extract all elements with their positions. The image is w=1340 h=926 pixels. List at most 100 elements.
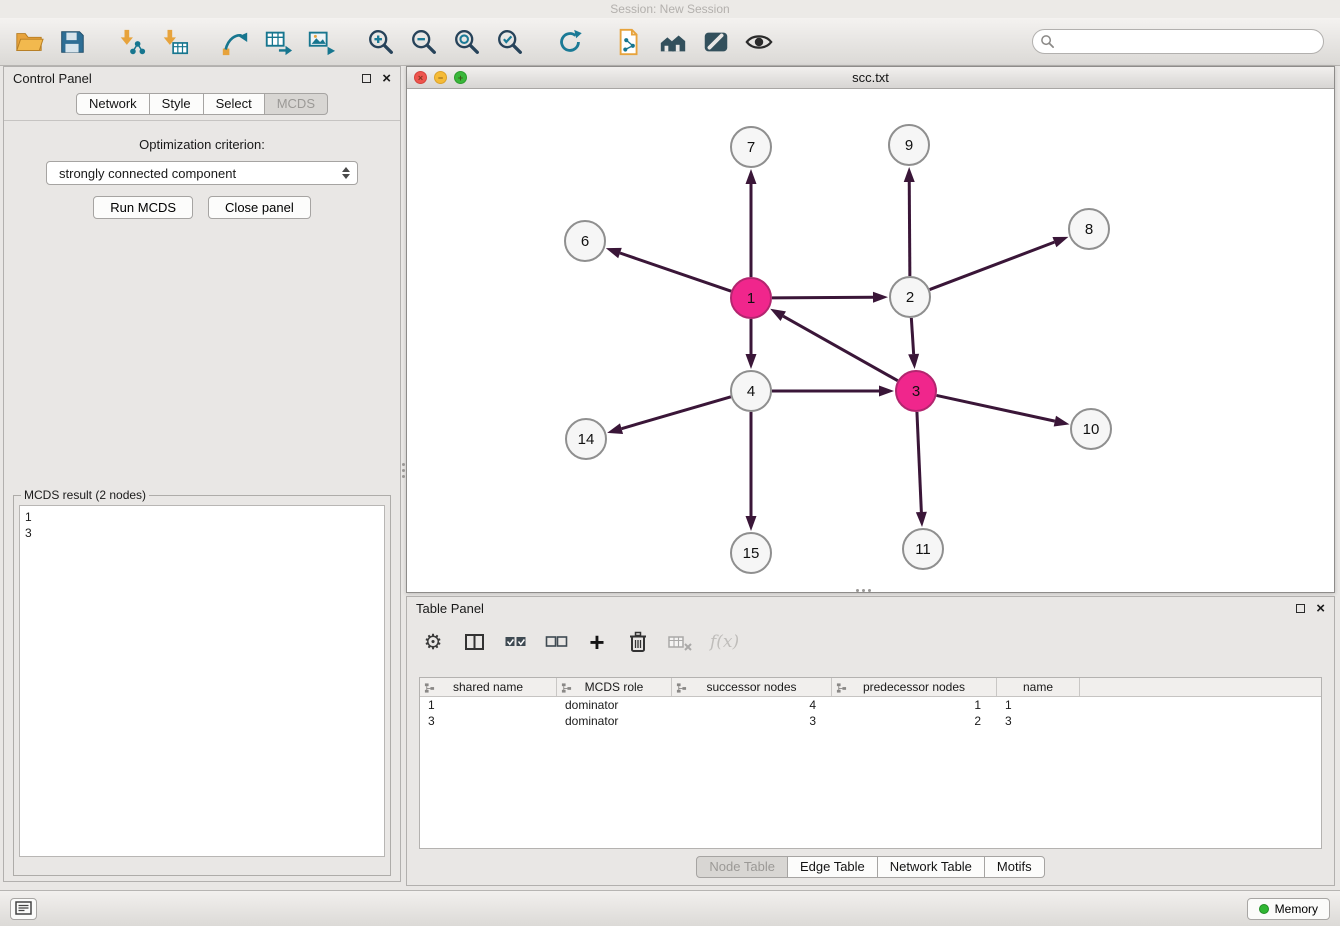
network-view-window: × − + scc.txt 7968124314101511 — [406, 66, 1335, 593]
tab-style[interactable]: Style — [149, 93, 204, 115]
function-builder-button[interactable]: f(x) — [710, 627, 739, 657]
export-image-button[interactable] — [302, 22, 340, 62]
graph-node-label: 7 — [747, 139, 755, 156]
run-mcds-button[interactable]: Run MCDS — [93, 196, 193, 219]
graph-node-label: 14 — [578, 431, 595, 448]
minimize-window-icon[interactable]: − — [434, 71, 447, 84]
graph-edge-2-3[interactable] — [911, 318, 913, 354]
column-type-icon — [676, 682, 687, 694]
import-table-button[interactable] — [156, 22, 194, 62]
tab-network-table[interactable]: Network Table — [877, 856, 985, 878]
tab-mcds[interactable]: MCDS — [264, 93, 328, 115]
mcds-result-list[interactable]: 1 3 — [19, 505, 385, 857]
graph-edge-2-8[interactable] — [930, 242, 1055, 289]
memory-label: Memory — [1275, 902, 1318, 916]
select-all-columns-button[interactable] — [503, 627, 527, 657]
network-from-db-button[interactable] — [216, 22, 254, 62]
memory-status-dot — [1259, 904, 1269, 914]
table-toolbar: ⚙ + — [421, 625, 1334, 659]
edge-arrowhead-icon — [746, 354, 757, 369]
open-folder-icon — [14, 27, 44, 57]
column-type-icon — [561, 682, 572, 694]
graph-node-label: 8 — [1085, 221, 1093, 238]
column-type-icon — [424, 682, 435, 694]
table-row[interactable]: 3 dominator 3 2 3 — [420, 713, 1321, 729]
delete-columns-button[interactable] — [626, 627, 650, 657]
criterion-selected-value: strongly connected component — [59, 166, 236, 181]
search-input[interactable] — [1032, 29, 1324, 54]
graph-edge-2-9[interactable] — [909, 182, 910, 276]
graph-node-label: 11 — [915, 541, 931, 558]
cell-mcds-role: dominator — [557, 713, 672, 729]
column-header-successor-nodes[interactable]: successor nodes — [672, 678, 832, 696]
edge-arrowhead-icon — [1052, 237, 1068, 247]
close-control-panel-button[interactable]: × — [382, 71, 391, 86]
open-session-button[interactable] — [10, 22, 48, 62]
fx-icon: f(x) — [710, 632, 739, 652]
edge-arrowhead-icon — [879, 386, 894, 397]
save-session-button[interactable] — [53, 22, 91, 62]
memory-button[interactable]: Memory — [1247, 898, 1330, 920]
graph-edge-4-14[interactable] — [622, 397, 731, 429]
close-table-panel-button[interactable]: × — [1316, 601, 1325, 616]
export-table-button[interactable] — [259, 22, 297, 62]
mcds-buttons-row: Run MCDS Close panel — [4, 196, 400, 219]
import-table-icon — [160, 27, 190, 57]
graph-edge-3-10[interactable] — [937, 395, 1055, 421]
graph-edge-1-2[interactable] — [772, 297, 873, 298]
create-column-button[interactable]: + — [585, 627, 609, 657]
graph-edge-3-1[interactable] — [783, 316, 897, 381]
table-row[interactable]: 1 dominator 4 1 1 — [420, 697, 1321, 713]
column-header-mcds-role[interactable]: MCDS role — [557, 678, 672, 696]
tab-select[interactable]: Select — [203, 93, 265, 115]
deselect-all-columns-button[interactable] — [544, 627, 568, 657]
column-header-shared-name[interactable]: shared name — [420, 678, 557, 696]
column-header-predecessor-nodes[interactable]: predecessor nodes — [832, 678, 997, 696]
main-toolbar — [0, 18, 1340, 66]
maximize-window-icon[interactable]: + — [454, 71, 467, 84]
edge-arrowhead-icon — [746, 169, 757, 184]
magnifier-fit-icon — [452, 27, 482, 57]
vertical-splitter-handle[interactable] — [402, 463, 405, 466]
graph-edge-3-11[interactable] — [917, 412, 921, 512]
edge-arrowhead-icon — [746, 516, 757, 531]
image-export-icon — [306, 27, 336, 57]
zoom-selected-button[interactable] — [491, 22, 529, 62]
import-network-button[interactable] — [113, 22, 151, 62]
cell-filler — [1080, 697, 1321, 713]
search-icon — [1040, 34, 1055, 49]
close-panel-button[interactable]: Close panel — [208, 196, 311, 219]
status-bar: Memory — [0, 890, 1340, 926]
table-panel-tabs: Node Table Edge Table Network Table Moti… — [407, 856, 1334, 878]
graph-edge-1-6[interactable] — [620, 253, 731, 291]
tab-motifs[interactable]: Motifs — [984, 856, 1045, 878]
cell-filler — [1080, 713, 1321, 729]
first-neighbors-button[interactable] — [611, 22, 649, 62]
control-panel-tabs: Network Style Select MCDS — [4, 93, 400, 115]
zoom-fit-button[interactable] — [448, 22, 486, 62]
tab-edge-table[interactable]: Edge Table — [787, 856, 878, 878]
column-label: predecessor nodes — [863, 680, 965, 694]
zoom-out-button[interactable] — [405, 22, 443, 62]
show-columns-button[interactable] — [462, 627, 486, 657]
refresh-arrows-icon — [555, 27, 585, 57]
criterion-select[interactable]: strongly connected component — [46, 161, 358, 185]
network-graph-canvas[interactable]: 7968124314101511 — [407, 89, 1334, 592]
tab-node-table[interactable]: Node Table — [696, 856, 788, 878]
float-control-panel-button[interactable] — [362, 74, 371, 83]
float-window-icon — [362, 74, 371, 83]
cell-shared-name: 1 — [420, 697, 557, 713]
float-table-panel-button[interactable] — [1296, 604, 1305, 613]
tab-network[interactable]: Network — [76, 93, 150, 115]
show-hide-button[interactable] — [740, 22, 778, 62]
horizontal-splitter-handle[interactable] — [856, 589, 859, 592]
apply-style-button[interactable] — [697, 22, 735, 62]
task-history-button[interactable] — [10, 898, 37, 920]
delete-table-button[interactable] — [667, 627, 693, 657]
close-window-icon[interactable]: × — [414, 71, 427, 84]
table-settings-button[interactable]: ⚙ — [421, 627, 445, 657]
zoom-in-button[interactable] — [362, 22, 400, 62]
apply-layout-button[interactable] — [551, 22, 589, 62]
home-button[interactable] — [654, 22, 692, 62]
column-header-name[interactable]: name — [997, 678, 1080, 696]
